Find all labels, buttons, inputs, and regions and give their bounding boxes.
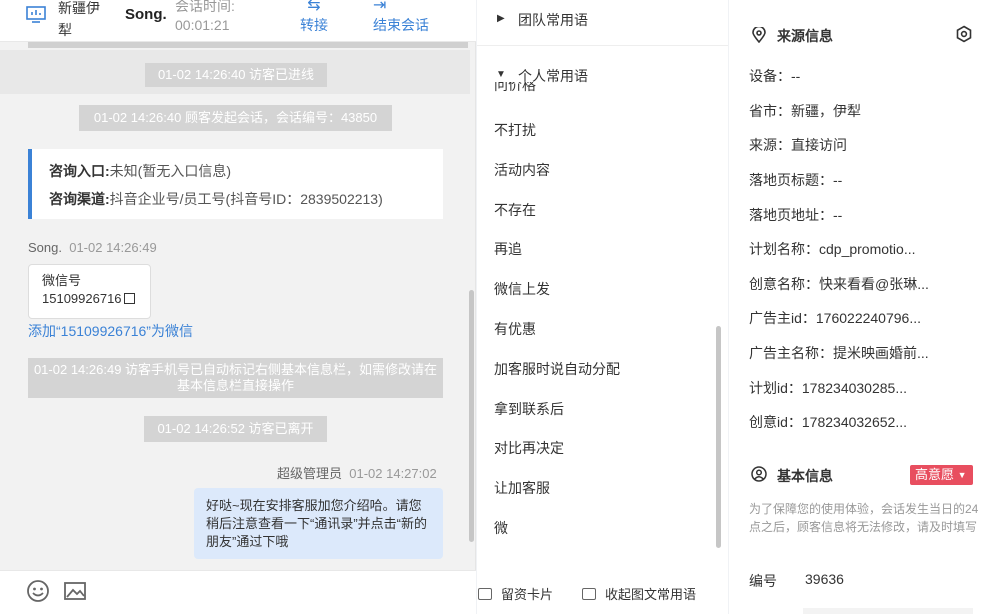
agent-message-meta: 超级管理员 01-02 14:27:02 [277,463,437,482]
system-message: 01-02 14:26:40 访客已进线 [145,63,327,87]
session-time-value: 00:01:21 [175,17,230,33]
agent-sender: 超级管理员 [277,466,343,481]
card-icon [478,588,492,600]
emoji-icon[interactable] [26,579,50,603]
entry-label: 咨询入口: [49,163,110,179]
transfer-icon: ⇆ [307,0,321,14]
visitor-time: 01-02 14:26:49 [69,240,157,255]
source-row: 设备：-- [749,68,801,84]
end-session-button[interactable]: ⇥ 结束会话 [373,0,429,34]
source-row: 省市：新疆，伊犁 [749,103,861,119]
source-row: 广告主id：176022240796... [749,310,921,326]
wechat-label: 微信号 [42,273,82,288]
phrase-item[interactable]: 拿到联系后 [494,399,564,419]
phrase-item[interactable]: 再追 [494,239,522,259]
lead-card-button[interactable]: 留资卡片 [478,584,553,603]
phrase-list[interactable]: 不打扰 活动内容 不存在 再追 微信上发 有优惠 加客服时说自动分配 拿到联系后… [477,92,712,544]
source-row: 落地页地址：-- [749,207,843,223]
field-input-edge[interactable] [803,608,973,614]
source-row: 计划id：178234030285... [749,380,907,396]
phrase-item[interactable]: 微信上发 [494,279,550,299]
phrase-item[interactable]: 对比再决定 [494,438,564,458]
chat-scrollbar[interactable] [469,290,474,542]
channel-label: 咨询渠道: [49,191,110,207]
phrase-item[interactable]: 有优惠 [494,319,536,339]
collapse-phrases-button[interactable]: 收起图文常用语 [582,584,696,603]
visitor-sender: Song. [28,240,62,255]
collapse-icon [582,588,596,600]
customer-id-value: 39636 [805,571,844,587]
chat-panel: 新疆伊犁 Song. 会话时间: 00:01:21 ⇆ 转接 ⇥ 结束会话 01… [0,0,476,614]
agent-time: 01-02 14:27:02 [349,466,437,481]
team-phrases-title: 团队常用语 [518,12,588,28]
intent-level-dropdown[interactable]: 高意愿 ▼ [910,465,973,485]
user-circle-icon [751,466,767,482]
visitor-location: 新疆伊犁 [58,0,100,38]
previous-card-edge [28,42,468,48]
channel-value: 抖音企业号/员工号(抖音号ID：2839502213) [109,191,383,207]
phrases-scrollbar[interactable] [716,326,721,548]
monitor-icon [26,6,46,23]
source-info-title: 来源信息 [777,28,833,44]
app-root: 新疆伊犁 Song. 会话时间: 00:01:21 ⇆ 转接 ⇥ 结束会话 01… [0,0,996,614]
wechat-number: 15109926716 [42,291,122,306]
edit-notice: 为了保障您的使用体验，会话发生当日的24点之后，顾客信息将无法修改，请及时填写 [749,502,979,534]
source-row: 创意id：178234032652... [749,414,907,430]
source-row: 落地页标题：-- [749,172,843,188]
phrases-panel: ▶ 团队常用语 ▼ 个人常用语 问价格 不打扰 活动内容 不存在 再追 微信上发… [477,0,728,614]
chat-header: 新疆伊犁 Song. 会话时间: 00:01:21 ⇆ 转接 ⇥ 结束会话 [0,0,476,42]
phrase-item[interactable]: 不打扰 [494,120,536,140]
image-icon[interactable] [63,579,87,603]
wechat-card: 微信号 15109926716 [28,264,151,319]
visitor-message-meta: Song. 01-02 14:26:49 [28,240,157,255]
phrase-item[interactable]: 活动内容 [494,160,550,180]
system-message: 01-02 14:26:40 顾客发起会话，会话编号：43850 [79,105,392,131]
source-row: 计划名称：cdp_promotio... [749,241,916,257]
team-phrases-header[interactable]: ▶ 团队常用语 [477,0,728,46]
agent-message-bubble: 好哒~现在安排客服加您介绍哈。请您稍后注意查看一下“通讯录”并点击“新的朋友”通… [194,488,443,559]
settings-icon[interactable] [955,25,973,43]
phrases-footer: 留资卡片 收起图文常用语 [477,570,728,614]
phrase-item[interactable]: 让加客服 [494,478,550,498]
phrase-item[interactable]: 微 [494,518,508,538]
transfer-button[interactable]: ⇆ 转接 [300,0,328,34]
system-message: 01-02 14:26:49 访客手机号已自动标记右侧基本信息栏，如需修改请在基… [28,358,443,398]
customer-info-panel: 来源信息 设备：-- 省市：新疆，伊犁 来源：直接访问 落地页标题：-- 落地页… [729,0,996,614]
system-message: 01-02 14:26:52 访客已离开 [144,416,327,442]
chat-messages[interactable]: 01-02 14:26:40 访客已进线 01-02 14:26:40 顾客发起… [0,42,470,570]
add-wechat-link[interactable]: 添加“15109926716”为微信 [28,321,193,341]
basic-info-title: 基本信息 [777,468,833,484]
source-row: 广告主名称：提米映画婚前... [749,345,929,361]
caret-down-icon: ▼ [957,470,967,480]
caret-right-icon: ▶ [497,13,505,24]
exit-icon: ⇥ [373,0,387,14]
session-time-label: 会话时间: [175,0,235,14]
phrase-item[interactable]: 不存在 [494,200,536,220]
source-row: 来源：直接访问 [749,137,847,153]
copy-icon[interactable] [123,293,135,304]
location-pin-icon [752,27,766,43]
source-row: 创意名称：快来看看@张琳... [749,276,929,292]
caret-down-icon: ▼ [496,69,506,80]
entry-value: 未知(暂无入口信息) [109,163,231,179]
chat-input-toolbar [0,570,476,614]
consult-info-card: 咨询入口:未知(暂无入口信息) 咨询渠道:抖音企业号/员工号(抖音号ID：283… [28,149,443,219]
visitor-name: Song. [125,6,167,23]
phrase-item[interactable]: 加客服时说自动分配 [494,359,620,379]
customer-id-label: 编号 [749,573,777,589]
